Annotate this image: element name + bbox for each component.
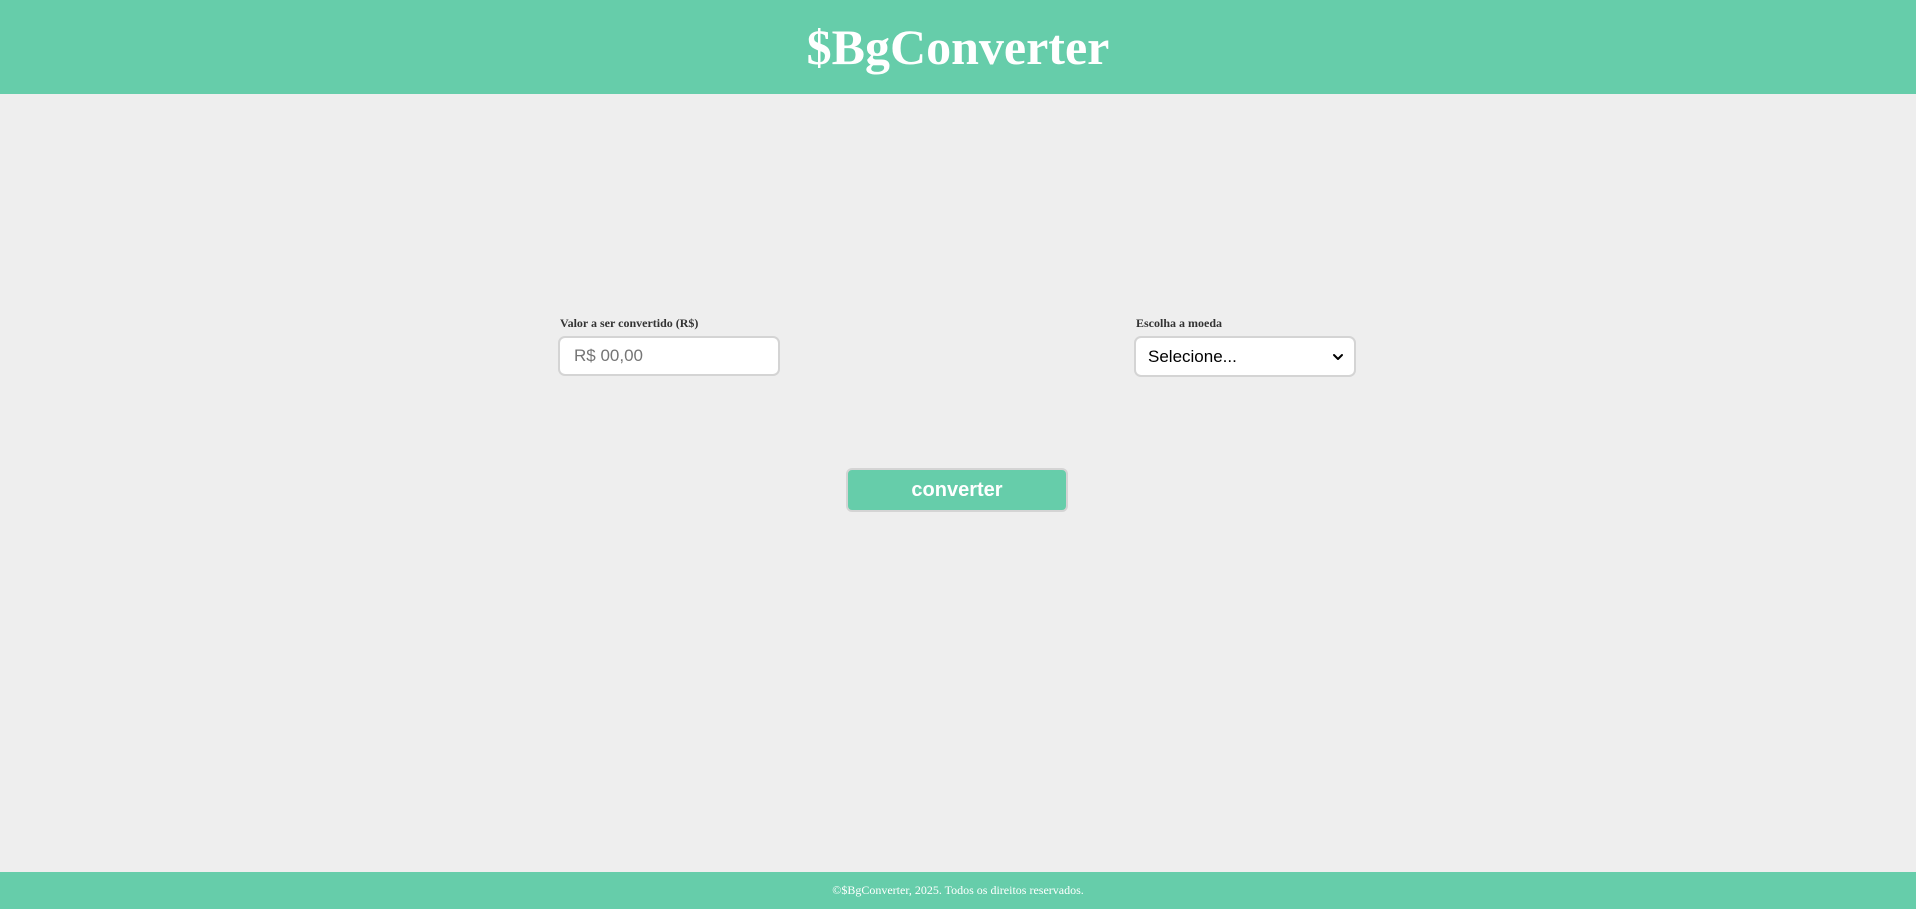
site-footer: ©$BgConverter, 2025. Todos os direitos r… — [0, 872, 1916, 909]
site-header: $BgConverter — [0, 0, 1916, 94]
copyright-text: ©$BgConverter, 2025. Todos os direitos r… — [832, 883, 1084, 897]
currency-field-group: Escolha a moeda Selecione... — [1134, 316, 1356, 377]
amount-label: Valor a ser convertido (R$) — [560, 316, 699, 330]
currency-select[interactable]: Selecione... — [1134, 336, 1356, 377]
amount-field-group: Valor a ser convertido (R$) — [558, 316, 780, 376]
page-title: $BgConverter — [806, 19, 1110, 75]
amount-input[interactable] — [558, 336, 780, 376]
chevron-down-icon — [1332, 351, 1344, 363]
currency-label: Escolha a moeda — [1136, 316, 1223, 330]
convert-button[interactable]: converter — [846, 468, 1068, 512]
currency-select-value: Selecione... — [1148, 346, 1237, 366]
